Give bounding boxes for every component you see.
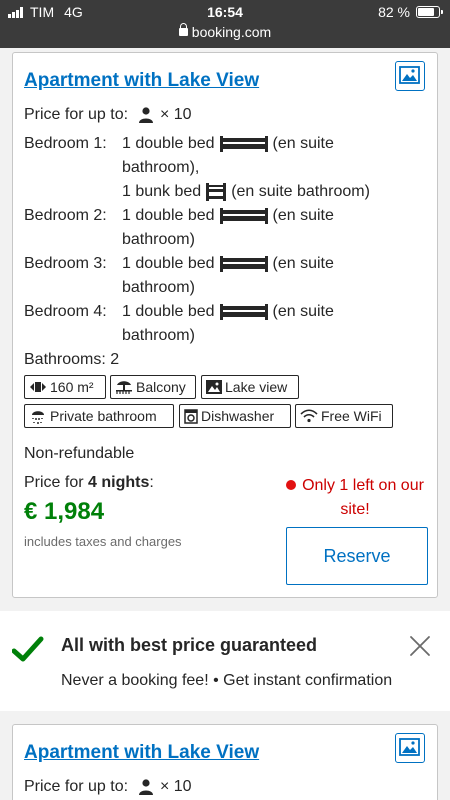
browser-status-bar: TIM 4G 16:54 82 % booking.com	[0, 0, 450, 48]
bed-note: bathroom)	[122, 279, 195, 296]
bed-note: bathroom)	[122, 327, 195, 344]
occupancy-count: × 10	[159, 778, 192, 795]
bathrooms-count: Bathrooms: 2	[24, 351, 120, 368]
dishwasher-icon	[184, 408, 198, 424]
facility-badge: Free WiFi	[295, 404, 393, 428]
area-icon	[30, 382, 46, 392]
person-icon	[138, 107, 153, 123]
occupancy-label: Price for up to:	[24, 106, 129, 123]
banner-title: All with best price guaranteed	[61, 635, 318, 655]
price-for-colon: :	[149, 474, 154, 491]
price-duration: Price for 4 nights:	[24, 474, 154, 492]
room-title-link[interactable]: Apartment with Lake View	[24, 742, 259, 764]
cancellation-policy: Non-refundable	[24, 445, 135, 462]
bedroom-description: 1 double bed (en suite bathroom)	[122, 300, 422, 348]
double-bed-icon	[219, 303, 268, 320]
facility-badge: Private bathroom	[24, 404, 174, 428]
room-photos-button[interactable]	[395, 733, 425, 763]
bed-type: 1 bunk bed	[122, 183, 202, 200]
lock-icon	[178, 23, 188, 36]
bedroom-label: Bedroom 1:	[24, 135, 107, 152]
bed-note: (en suite	[272, 135, 334, 152]
reserve-button[interactable]: Reserve	[286, 527, 428, 585]
room-card: Apartment with Lake View Price for up to…	[12, 52, 438, 598]
occupancy-count: × 10	[159, 106, 192, 123]
facility-badge: 160 m²	[24, 375, 106, 399]
facility-label: Free WiFi	[321, 408, 382, 424]
person-icon	[138, 779, 153, 795]
battery-icon	[416, 6, 443, 18]
bed-note: (en suite	[272, 303, 334, 320]
facility-label: Dishwasher	[201, 408, 275, 424]
facility-badge: Lake view	[201, 375, 299, 399]
alert-dot-icon	[286, 480, 297, 490]
address-bar[interactable]: booking.com	[0, 23, 450, 40]
double-bed-icon	[219, 207, 268, 224]
room-photos-button[interactable]	[395, 61, 425, 91]
availability-warning: Only 1 left on our site!	[285, 474, 425, 522]
facility-label: 160 m²	[50, 379, 94, 395]
facility-label: Balcony	[136, 379, 186, 395]
bed-note: bathroom)	[122, 231, 195, 248]
occupancy-label: Price for up to:	[24, 778, 129, 795]
bedroom-label: Bedroom 2:	[24, 207, 107, 224]
facility-label: Private bathroom	[50, 408, 157, 424]
room-title-link[interactable]: Apartment with Lake View	[24, 70, 259, 92]
banner-subtitle: Never a booking fee! • Get instant confi…	[61, 672, 393, 689]
url-text: booking.com	[191, 24, 272, 40]
lake-view-icon	[206, 380, 222, 394]
bed-note: (en suite	[272, 207, 334, 224]
bed-type: 1 double bed	[122, 135, 215, 152]
close-icon[interactable]	[408, 634, 432, 658]
battery-status: 82 %	[378, 4, 443, 20]
bedroom-description: 1 double bed (en suite bathroom), 1 bunk …	[122, 132, 422, 204]
bed-type: 1 double bed	[122, 255, 215, 272]
bunk-bed-icon	[206, 182, 227, 201]
bedroom-description: 1 double bed (en suite bathroom)	[122, 204, 422, 252]
best-price-banner: All with best price guaranteed Never a b…	[0, 611, 450, 711]
photo-icon	[399, 738, 420, 756]
bed-note: (en suite bathroom)	[231, 183, 370, 200]
shower-icon	[32, 411, 44, 424]
bed-note: (en suite	[272, 255, 334, 272]
availability-text: Only 1 left on our site!	[302, 477, 424, 518]
balcony-icon	[116, 381, 132, 394]
bed-type: 1 double bed	[122, 207, 215, 224]
facility-badge: Balcony	[110, 375, 196, 399]
occupancy-row: Price for up to: × 10	[24, 103, 192, 127]
double-bed-icon	[219, 255, 268, 272]
price-for-label: Price for	[24, 474, 84, 491]
facility-badge: Dishwasher	[179, 404, 291, 428]
room-card: Apartment with Lake View Price for up to…	[12, 724, 438, 800]
wifi-icon	[300, 409, 318, 423]
checkmark-icon	[12, 636, 44, 662]
taxes-note: includes taxes and charges	[24, 534, 182, 549]
bedroom-label: Bedroom 3:	[24, 255, 107, 272]
bed-type: 1 double bed	[122, 303, 215, 320]
photo-icon	[399, 66, 420, 84]
nights-count: 4 nights	[88, 474, 150, 491]
total-price: € 1,984	[24, 498, 105, 525]
bedroom-label: Bedroom 4:	[24, 303, 107, 320]
bed-note: bathroom),	[122, 159, 200, 176]
occupancy-row: Price for up to: × 10	[24, 775, 192, 799]
facility-label: Lake view	[225, 379, 288, 395]
bedroom-description: 1 double bed (en suite bathroom)	[122, 252, 422, 300]
double-bed-icon	[219, 135, 268, 152]
battery-percent: 82 %	[378, 4, 410, 20]
